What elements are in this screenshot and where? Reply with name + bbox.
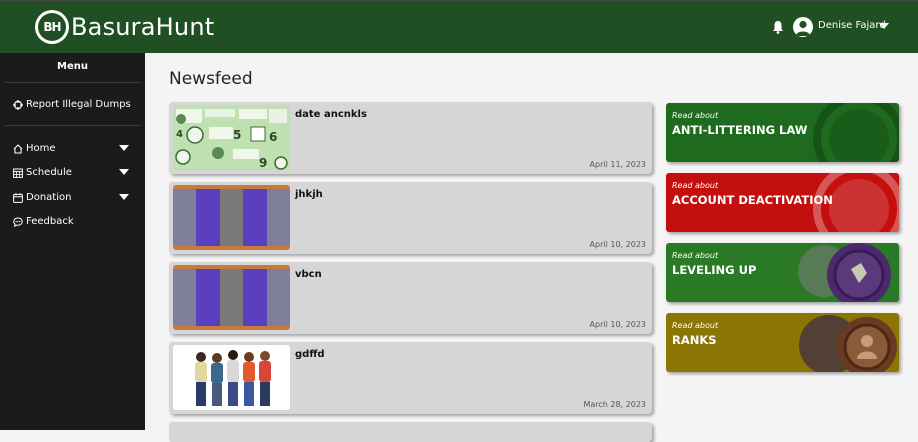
rank-badge-icon (799, 315, 897, 372)
top-navbar: BH BasuraHunt Denise Fajard (0, 0, 918, 53)
chat-icon (13, 216, 23, 227)
logo-text: BH (38, 13, 66, 41)
divider (4, 125, 141, 126)
post-title[interactable]: jhkjh (295, 189, 323, 200)
brand-title[interactable]: BasuraHunt (71, 13, 214, 41)
read-about-ranks[interactable]: Read about RANKS (666, 313, 899, 372)
sidebar-item-label: Feedback (26, 216, 74, 227)
post-date: April 10, 2023 (589, 240, 646, 249)
post-date: April 10, 2023 (589, 320, 646, 329)
svg-text:5: 5 (233, 128, 241, 142)
page-title: Newsfeed (169, 69, 253, 89)
post-date: March 28, 2023 (583, 400, 646, 409)
chevron-down-icon[interactable] (119, 145, 129, 151)
post-date: April 11, 2023 (589, 160, 646, 169)
chevron-down-icon[interactable] (119, 169, 129, 175)
newsfeed-post[interactable]: jhkjh April 10, 2023 (169, 182, 652, 254)
sidebar-item-schedule[interactable]: Schedule (13, 167, 133, 178)
post-title[interactable]: gdffd (295, 349, 325, 360)
user-name[interactable]: Denise Fajard (818, 20, 886, 31)
newsfeed-post[interactable]: 4 5 6 9 date ancnkls April 11, 2023 (169, 102, 652, 174)
post-title[interactable]: vbcn (295, 269, 322, 280)
menu-title: Menu (57, 61, 88, 72)
read-about-label: Read about (672, 251, 719, 260)
sidebar-item-label: Schedule (26, 167, 72, 178)
newsfeed-post[interactable]: gdffd March 28, 2023 (169, 342, 652, 414)
user-avatar-icon[interactable] (793, 17, 813, 37)
read-about-label: Read about (672, 321, 719, 330)
caret-down-icon[interactable] (879, 23, 889, 29)
read-about-leveling-up[interactable]: Read about LEVELING UP (666, 243, 899, 302)
sidebar-item-label: Home (26, 143, 56, 154)
calendar-grid-icon (13, 168, 23, 178)
crosshair-icon (13, 99, 23, 110)
sidebar-item-home[interactable]: Home (13, 143, 133, 154)
logo-icon[interactable]: BH (35, 10, 69, 44)
read-about-account-deactivation[interactable]: Read about ACCOUNT DEACTIVATION (666, 173, 899, 232)
sidebar: Menu Report Illegal Dumps Home Schedule (0, 53, 145, 430)
read-about-label: Read about (672, 111, 719, 120)
bell-icon[interactable] (772, 20, 784, 34)
chevron-down-icon[interactable] (119, 194, 129, 200)
post-thumbnail[interactable] (173, 265, 290, 330)
sidebar-item-donation[interactable]: Donation (13, 192, 133, 203)
svg-text:9: 9 (259, 156, 267, 170)
divider (4, 82, 141, 83)
post-title[interactable]: date ancnkls (295, 109, 367, 120)
post-thumbnail[interactable] (173, 185, 290, 250)
sidebar-item-label: Report Illegal Dumps (26, 99, 131, 110)
read-about-anti-littering-law[interactable]: Read about ANTI-LITTERING LAW (666, 103, 899, 162)
svg-text:6: 6 (269, 130, 277, 144)
sidebar-item-report-illegal-dumps[interactable]: Report Illegal Dumps (13, 99, 133, 110)
post-thumbnail[interactable] (173, 345, 290, 410)
newsfeed-post[interactable] (169, 422, 652, 442)
post-thumbnail[interactable]: 4 5 6 9 (173, 105, 290, 170)
rank-badge-icon (798, 243, 891, 302)
tile-title: ANTI-LITTERING LAW (672, 123, 808, 137)
tile-title: LEVELING UP (672, 263, 757, 277)
sidebar-item-feedback[interactable]: Feedback (13, 216, 133, 227)
calendar-icon (13, 192, 23, 203)
newsfeed-post[interactable]: vbcn April 10, 2023 (169, 262, 652, 334)
tile-title: RANKS (672, 333, 717, 347)
sidebar-item-label: Donation (26, 192, 72, 203)
read-about-label: Read about (672, 181, 719, 190)
tile-title: ACCOUNT DEACTIVATION (672, 193, 833, 207)
svg-text:4: 4 (176, 129, 183, 140)
home-icon (13, 143, 23, 154)
